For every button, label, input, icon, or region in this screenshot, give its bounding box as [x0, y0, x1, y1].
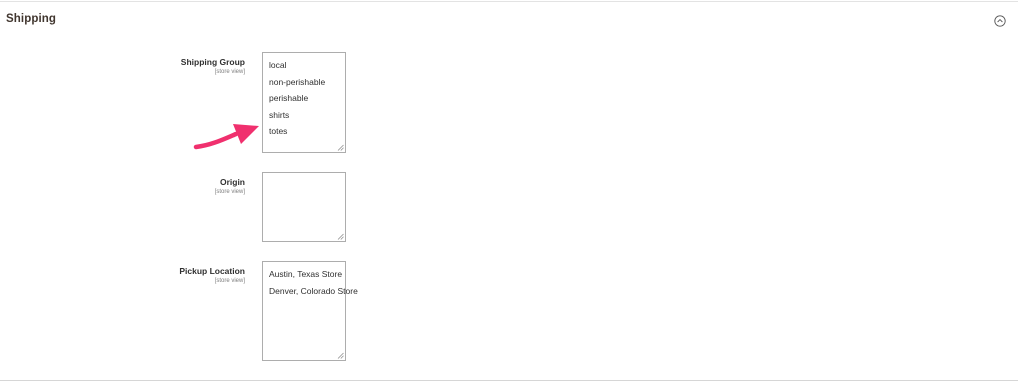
- shipping-group-scope: [store view]: [214, 69, 245, 75]
- pickup-location-option[interactable]: Austin, Texas Store: [263, 266, 345, 283]
- shipping-group-option[interactable]: perishable: [263, 90, 345, 107]
- pickup-location-option[interactable]: Denver, Colorado Store: [263, 283, 358, 300]
- shipping-group-label: Shipping Group [store view]: [181, 57, 245, 76]
- shipping-group-label-text: Shipping Group: [180, 57, 245, 67]
- shipping-group-option[interactable]: local: [263, 57, 345, 74]
- pickup-location-label-text: Pickup Location: [179, 266, 245, 276]
- bottom-divider: [0, 380, 1018, 381]
- origin-label-text: Origin: [219, 177, 245, 187]
- pickup-location-multiselect[interactable]: Austin, Texas Store Denver, Colorado Sto…: [262, 261, 358, 361]
- shipping-section-header[interactable]: Shipping: [0, 2, 1018, 38]
- resize-handle-icon[interactable]: [337, 352, 344, 359]
- resize-handle-icon[interactable]: [337, 144, 344, 151]
- section-title: Shipping: [6, 13, 56, 25]
- origin-multiselect[interactable]: [262, 172, 346, 242]
- shipping-group-option[interactable]: shirts: [263, 107, 345, 124]
- shipping-group-option[interactable]: totes: [263, 123, 345, 140]
- shipping-group-option[interactable]: non-perishable: [263, 74, 345, 91]
- pickup-location-scope: [store view]: [214, 278, 245, 284]
- origin-label: Origin [store view]: [215, 177, 245, 196]
- resize-handle-icon[interactable]: [337, 233, 344, 240]
- shipping-group-multiselect[interactable]: local non-perishable perishable shirts t…: [262, 52, 346, 153]
- shipping-settings-page: Shipping Shipping Group [store view] loc…: [0, 0, 1024, 384]
- arrow-icon: [193, 124, 259, 150]
- chevron-up-circle-icon[interactable]: [994, 15, 1006, 27]
- pickup-location-label: Pickup Location [store view]: [179, 266, 245, 285]
- origin-scope: [store view]: [214, 189, 245, 195]
